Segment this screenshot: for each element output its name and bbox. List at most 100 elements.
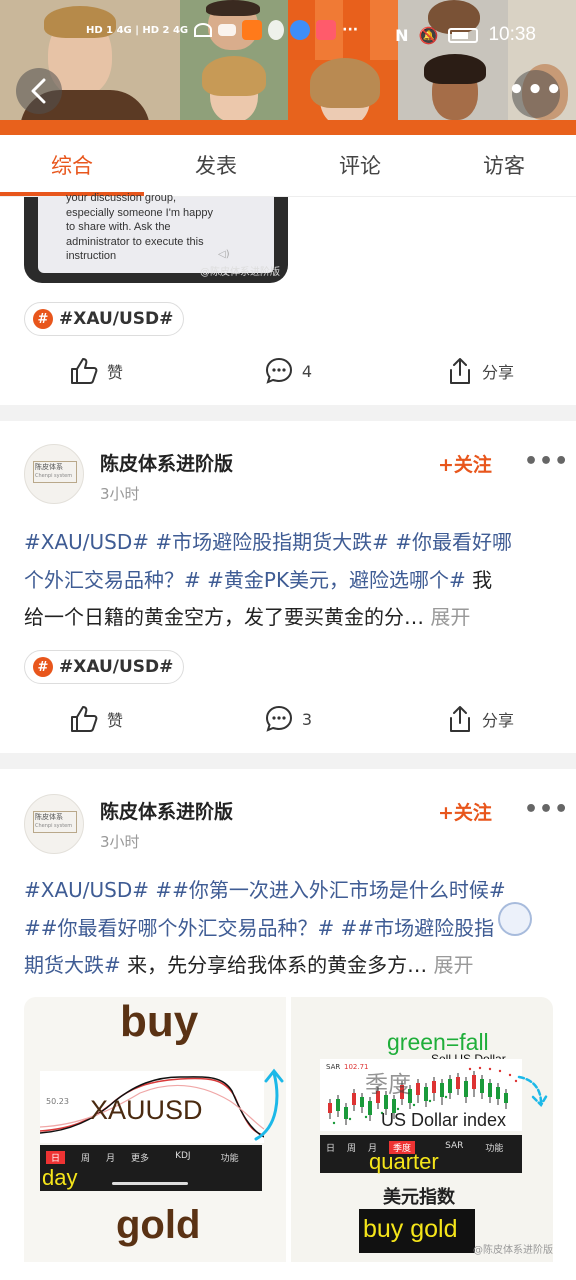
post-card: 陈皮体系 Chenpi system 陈皮体系进阶版 3小时 +关注 ••• #… [0, 421, 576, 753]
comment-button[interactable]: 3 [192, 699, 384, 739]
follow-button[interactable]: +关注 [438, 450, 492, 477]
chevron-left-icon [31, 78, 46, 104]
hashtag-link[interactable]: 期货大跌# [24, 953, 121, 977]
chart-tab-day: 日 [46, 1151, 66, 1164]
more-icon: ••• [508, 75, 564, 105]
battery-icon [448, 27, 479, 43]
screenshot-text: your discussion group, especially someon… [66, 192, 214, 262]
share-label: 分享 [481, 711, 514, 730]
topic-tag[interactable]: # #XAU/USD# [24, 650, 185, 684]
speaker-icon: ◁) [218, 249, 230, 260]
thumbs-up-icon [70, 358, 98, 384]
post-body: #XAU/USD# #市场避险股指期货大跌# #你最看好哪 个外汇交易品种？# … [24, 524, 554, 637]
tab-comments[interactable]: 评论 [288, 135, 432, 196]
post-image-left[interactable]: buy 50.23 XAUUSD 日 周 月 更多 KDJ 功能 day gol… [24, 997, 286, 1262]
image-watermark: @陈皮体系进阶版 [473, 1245, 553, 1256]
floating-assist-button[interactable] [498, 902, 532, 936]
chart-tab-more: 更多 [131, 1154, 150, 1164]
post-time: 3小时 [100, 485, 140, 503]
hashtag-link[interactable]: #黄金PK美元，避险选哪个# [207, 568, 466, 592]
avatar-subtext: Chenpi system [35, 473, 73, 479]
back-button[interactable] [16, 68, 62, 114]
more-icon: ••• [524, 449, 570, 474]
image-label-season: 季度 [365, 1072, 411, 1098]
post-image-phone-screenshot[interactable]: your discussion group, especially someon… [24, 192, 288, 283]
hashtag-link[interactable]: ##市场避险股指 [341, 916, 495, 940]
topic-tag[interactable]: # #XAU/USD# [24, 302, 185, 336]
hashtag-link[interactable]: 个外汇交易品种？# [24, 568, 201, 592]
post-time: 3小时 [100, 833, 140, 851]
post-body: #XAU/USD# ##你第一次进入外汇市场是什么时候# ##你最看好哪个外汇交… [24, 872, 554, 985]
price-label: 50.23 [46, 1097, 69, 1106]
share-button[interactable]: 分享 [384, 699, 576, 739]
video-icon [218, 24, 237, 36]
chart-tab-bar: 日 周 月 更多 KDJ 功能 day [40, 1145, 262, 1191]
hashtag-icon: # [33, 657, 53, 677]
more-options-button[interactable]: ••• [508, 70, 562, 118]
post-image-right[interactable]: green=fall Sell US Dollar SAR 102.71 [291, 997, 553, 1262]
status-icons-right: N 🔕 10:38 [395, 24, 536, 46]
wifi-icon [194, 23, 213, 37]
buy-gold-text: buy gold [363, 1215, 458, 1243]
image-label-usd-index: US Dollar index [381, 1110, 507, 1130]
chart-tab-day: 日 [326, 1144, 336, 1154]
expand-link[interactable]: 展开 [433, 953, 473, 977]
like-label: 赞 [106, 711, 123, 730]
sar-label: SAR [326, 1063, 341, 1071]
thumbs-up-icon [70, 706, 98, 732]
topic-tag-label: #XAU/USD# [59, 309, 174, 329]
image-label-buy: buy [120, 997, 199, 1046]
author-name[interactable]: 陈皮体系进阶版 [100, 449, 233, 476]
author-avatar[interactable]: 陈皮体系 Chenpi system [24, 794, 84, 854]
share-icon [449, 706, 470, 732]
banner-orange-band [0, 120, 576, 135]
network-indicator: HD 1 4G | HD 2 4G [86, 24, 189, 36]
hashtag-link[interactable]: ##你最看好哪个外汇交易品种？# [24, 916, 334, 940]
post-actions: 赞 3 分享 [0, 699, 576, 739]
follow-button[interactable]: +关注 [438, 798, 492, 825]
like-label: 赞 [106, 363, 123, 382]
hashtag-link[interactable]: #市场避险股指期货大跌# [155, 530, 389, 554]
author-name[interactable]: 陈皮体系进阶版 [100, 797, 233, 824]
nfc-icon: N [395, 25, 409, 45]
clock: 10:38 [488, 24, 536, 45]
image-watermark: @陈皮体系进阶版 [200, 267, 280, 278]
hashtag-link[interactable]: #XAU/USD# [24, 878, 149, 902]
post-actions: 赞 4 分享 [0, 351, 576, 391]
comment-button[interactable]: 4 [192, 351, 384, 391]
share-button[interactable]: 分享 [384, 351, 576, 391]
chart-tab-function: 功能 [485, 1144, 504, 1154]
hashtag-link[interactable]: #XAU/USD# [24, 530, 149, 554]
tab-overview[interactable]: 综合 [0, 135, 144, 196]
avatar-text: 陈皮体系 [35, 463, 63, 471]
chart-tab-sar: SAR [445, 1141, 464, 1151]
image-label-gold: gold [116, 1203, 201, 1247]
hashtag-link[interactable]: ##你第一次进入外汇市场是什么时候# [155, 878, 505, 902]
tab-visitors[interactable]: 访客 [432, 135, 576, 196]
post-text: 给一个日籍的黄金空方，发了要买黄金的分… [24, 605, 424, 629]
post-more-button[interactable]: ••• [524, 797, 569, 822]
comment-icon [265, 705, 292, 732]
comment-count: 4 [301, 361, 313, 381]
avatar-subtext: Chenpi system [35, 823, 73, 829]
post-text: 来，先分享给我体系的黄金多方… [120, 953, 428, 977]
avatar-text: 陈皮体系 [35, 813, 63, 821]
like-button[interactable]: 赞 [0, 351, 192, 391]
image-label-buy-gold: buy gold [359, 1209, 475, 1253]
mute-icon: 🔕 [418, 25, 439, 45]
image-label-xauusd: XAUUSD [90, 1095, 203, 1125]
chart-tab-week: 周 [347, 1144, 357, 1154]
post-more-button[interactable]: ••• [524, 449, 569, 474]
share-icon [449, 358, 470, 384]
tab-posts[interactable]: 发表 [144, 135, 288, 196]
expand-link[interactable]: 展开 [430, 605, 470, 629]
author-avatar[interactable]: 陈皮体系 Chenpi system [24, 444, 84, 504]
profile-tabs: 综合 发表 评论 访客 [0, 135, 576, 197]
browser-icon [290, 20, 311, 40]
image-label-usd-index-cn: 美元指数 [383, 1187, 455, 1208]
like-button[interactable]: 赞 [0, 699, 192, 739]
status-bar: HD 1 4G | HD 2 4G ··· N 🔕 10:38 [0, 16, 576, 56]
chart-tab-function: 功能 [220, 1154, 239, 1164]
image-label-quarter: quarter [369, 1149, 439, 1174]
hashtag-link[interactable]: #你最看好哪 [395, 530, 512, 554]
